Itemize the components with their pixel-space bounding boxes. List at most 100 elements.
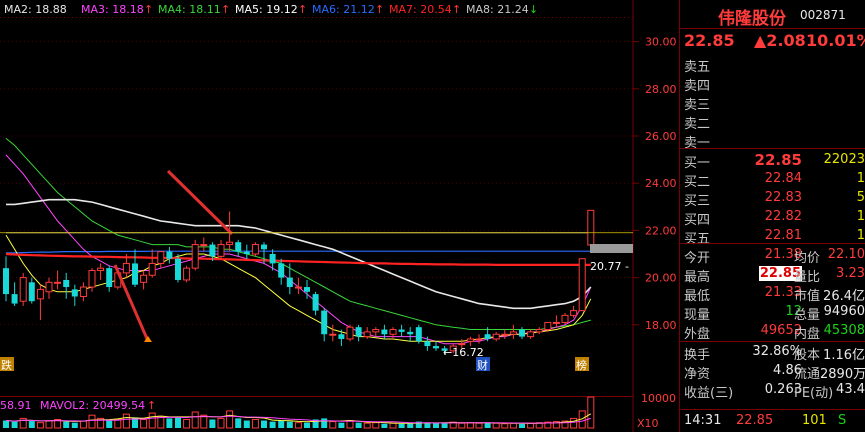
- ma-legend-item: MA5: 19.12: [235, 3, 298, 16]
- candle: [88, 268, 96, 292]
- candle-body: [519, 329, 525, 337]
- stat-row: 最低 21.33 市值 26.4亿: [680, 284, 865, 304]
- volume-bar: [527, 422, 535, 429]
- candle-body: [338, 334, 345, 339]
- volume-bar: [11, 421, 18, 428]
- y-tick-label: 20.00: [645, 272, 677, 285]
- candle: [106, 265, 113, 292]
- candle-body: [587, 209, 595, 246]
- volume-bar: [519, 423, 525, 428]
- stat-value: 43.4: [836, 382, 865, 397]
- price-change: ▲2.08: [754, 31, 806, 50]
- candle-body: [372, 329, 380, 333]
- candle-body: [191, 244, 199, 269]
- stock-name[interactable]: 伟隆股份: [718, 4, 786, 29]
- candle: [3, 256, 9, 302]
- y-tick-label: 26.00: [645, 130, 677, 143]
- stat-value: 12: [785, 304, 802, 319]
- stat-value: 2890万: [820, 367, 865, 382]
- volume-bar: [226, 410, 234, 429]
- candle: [389, 327, 397, 339]
- stat-label: 换手: [684, 348, 711, 363]
- candle-body: [424, 341, 431, 347]
- volume-bar: [235, 418, 242, 428]
- bid-label: 买三: [684, 194, 711, 209]
- candle: [217, 239, 225, 259]
- tick-price: 22.85: [736, 413, 774, 428]
- volume-bar: [338, 422, 345, 428]
- candle-body: [294, 286, 302, 289]
- candle: [587, 209, 595, 247]
- candle-body: [381, 329, 388, 335]
- y-tick-label: 22.00: [645, 224, 677, 237]
- candle: [36, 284, 44, 321]
- volume-bar: [381, 423, 388, 428]
- stat-row: 今开 21.38 均价 22.10: [680, 246, 865, 266]
- stat-label: 收益(三): [684, 386, 734, 401]
- stat-value: 4.86: [773, 363, 802, 378]
- candle-body: [3, 268, 9, 295]
- candle-body: [466, 338, 474, 342]
- stat-value: 22.85: [758, 266, 802, 281]
- candle-body: [148, 262, 156, 276]
- candle: [97, 263, 105, 280]
- candle-body: [19, 277, 27, 302]
- bid-volume: 1: [856, 209, 865, 224]
- candle-body: [433, 346, 439, 349]
- panel-separator: [680, 341, 865, 342]
- candle-body: [570, 310, 578, 316]
- candle-body: [321, 310, 328, 335]
- volume-bar: [492, 422, 500, 429]
- tick-side: S: [838, 413, 847, 428]
- ma-legend-item: MA8: 21.24: [466, 3, 529, 16]
- candle-body: [407, 331, 414, 335]
- ma-legend-item: MA2: 18.88: [4, 3, 67, 16]
- ma-legend-item: MA3: 18.18: [81, 3, 144, 16]
- volume-bar: [191, 411, 199, 429]
- candle-body: [501, 333, 509, 336]
- candle-body: [11, 294, 18, 304]
- bid-label: 买二: [684, 175, 711, 190]
- stat-label: 量比: [794, 270, 821, 285]
- candle-body: [389, 329, 397, 335]
- volume-bar: [407, 423, 414, 428]
- stat-value: 26.4亿: [823, 289, 865, 304]
- candle-body: [261, 244, 267, 250]
- candle: [501, 329, 509, 339]
- volume-bar: [501, 423, 509, 429]
- candle: [433, 341, 439, 351]
- volume-bar: [183, 418, 191, 429]
- volume-bar: [28, 421, 35, 428]
- volume-bar: [466, 422, 474, 429]
- badge-left: 跌: [0, 357, 14, 372]
- stat-label: 流通: [794, 367, 821, 382]
- candle: [54, 270, 62, 290]
- annotation-arrow: [166, 169, 234, 236]
- volume-bar: [217, 417, 225, 429]
- candle-body: [304, 287, 310, 292]
- stat-row: 外盘 49652 内盘 45308: [680, 322, 865, 342]
- ask-label: 卖五: [684, 60, 711, 75]
- svg-text:榜: 榜: [576, 358, 587, 372]
- volume-bar: [458, 422, 466, 429]
- price-band-highlight: [590, 244, 633, 253]
- stat-value: 21.38: [764, 247, 802, 262]
- candle-body: [286, 277, 293, 288]
- bid-price: 22.85: [754, 151, 802, 169]
- tick-row: 14:31 22.85 101 S: [680, 412, 865, 431]
- ma-trend-arrow: ↑: [298, 3, 307, 16]
- candle: [475, 334, 483, 344]
- ma-legend-item: MA7: 20.54: [389, 3, 452, 16]
- candle-body: [54, 281, 62, 284]
- svg-text:财: 财: [477, 358, 488, 372]
- ma-trend-arrow: ↑: [452, 3, 461, 16]
- candle: [527, 329, 535, 339]
- bid-row: 买四 22.82 1: [680, 208, 865, 228]
- candle: [535, 327, 543, 335]
- candle: [407, 327, 414, 342]
- candle: [346, 324, 354, 342]
- candle: [191, 239, 199, 271]
- candle: [166, 246, 173, 264]
- panel-separator: [680, 148, 865, 149]
- volume-bar: [321, 418, 328, 428]
